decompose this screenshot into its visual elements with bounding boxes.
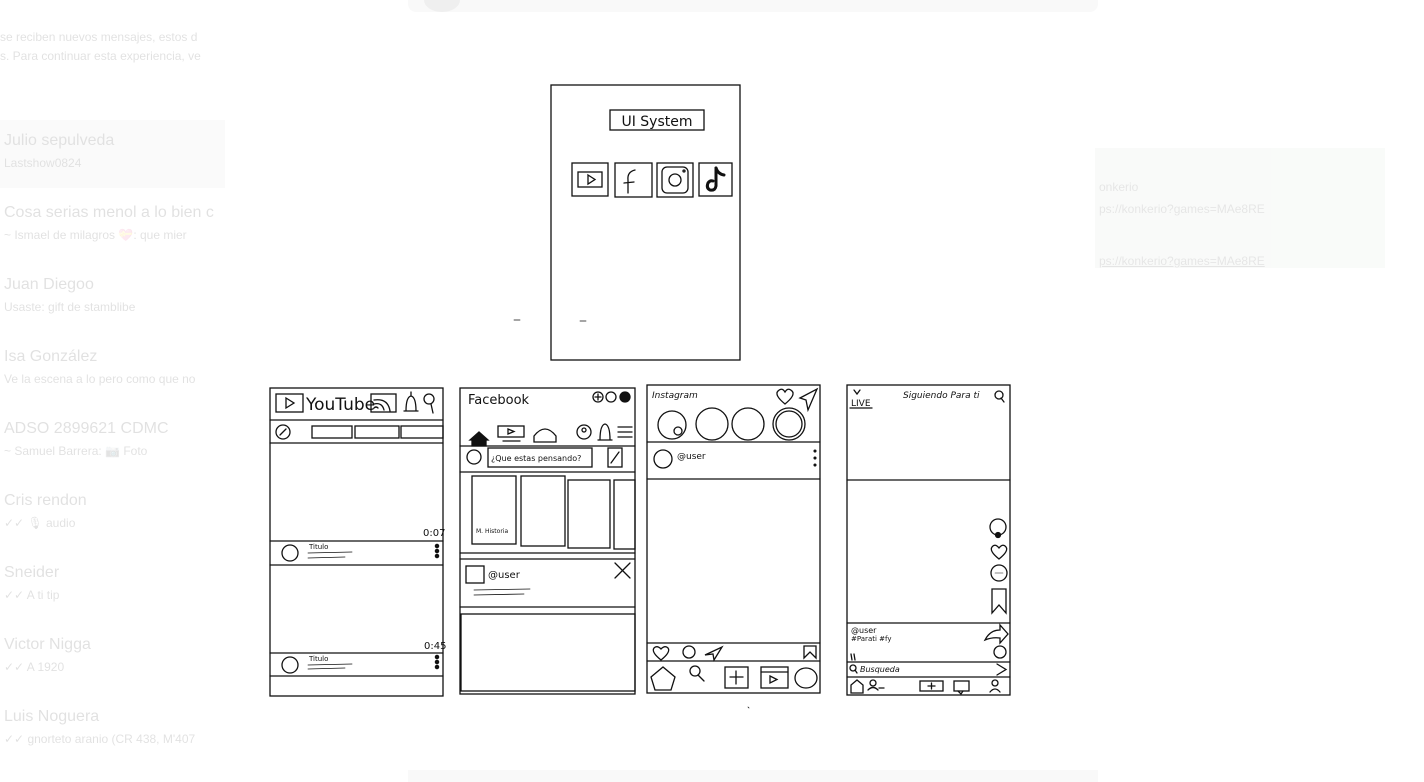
profile-icon[interactable] [991,679,999,687]
video-icon[interactable] [497,425,525,438]
youtube-icon[interactable] [571,162,609,197]
launcher-screen: UI System [550,84,741,361]
close-icon[interactable] [614,562,631,579]
story-card[interactable] [567,479,611,549]
messenger-icon[interactable] [619,391,631,403]
ui-system-title: UI System [621,114,692,130]
user-avatar[interactable] [466,449,482,465]
post-user: @user [677,452,706,462]
save-icon[interactable] [991,588,1007,615]
comment-icon[interactable] [682,645,696,659]
facebook-logo-text: Facebook [468,393,530,408]
tiktok-icon[interactable] [698,162,733,197]
search-icon[interactable] [689,665,701,677]
video-duration: 0:07 [423,528,445,539]
share-icon[interactable] [704,645,724,662]
like-icon[interactable] [990,544,1008,560]
cast-waves [373,399,391,412]
music-icon [850,653,856,661]
reels-icon[interactable] [760,666,789,689]
menu-icon[interactable] [617,426,633,438]
post-avatar[interactable] [465,565,485,584]
video-title: Titulo [308,543,328,551]
status-prompt: ¿Que estas pensando? [491,454,581,463]
search-icon[interactable] [994,390,1004,400]
heart-icon[interactable] [776,388,794,405]
youtube-chip[interactable] [354,425,400,439]
post-user: @user [488,570,521,581]
youtube-logo-text: YouTube [305,395,375,415]
caption-user: @user [851,626,877,635]
direct-message-icon[interactable] [798,387,819,413]
story-circle[interactable] [695,407,729,441]
bell-icon[interactable] [403,391,419,412]
instagram-icon[interactable] [656,162,694,198]
story-card[interactable] [520,475,566,547]
sound-disc[interactable] [993,645,1007,659]
youtube-video-separator [269,540,444,566]
search-icon[interactable] [423,393,435,405]
instagram-logo-text: Instagram [652,391,698,401]
friends-icon[interactable] [869,679,877,687]
story-circle[interactable] [772,407,806,441]
marketplace-icon[interactable] [533,428,557,443]
instagram-wireframe: Instagram @user [646,384,821,694]
home-icon[interactable] [468,431,490,447]
bell-icon[interactable] [597,423,613,441]
post-image [460,613,636,692]
save-icon[interactable] [803,645,817,660]
tiktok-wireframe: LIVE Siguiendo Para ti @user #Parati #fy… [846,384,1011,696]
youtube-chip[interactable] [311,425,353,439]
home-icon[interactable] [650,666,676,691]
profile-icon[interactable] [794,667,818,689]
home-icon[interactable] [850,679,864,694]
your-story[interactable] [657,410,687,440]
caption-tags: #Parati #fy [851,635,892,643]
youtube-chip[interactable] [400,425,444,439]
like-icon[interactable] [652,646,670,661]
search-bar-text: Busqueda [860,665,900,674]
youtube-wireframe: YouTube 0:07 Titulo 0:45 Titulo [269,387,446,697]
facebook-wireframe: Facebook ¿Que estas pensando? M. Histori… [459,387,636,695]
wireframe-sketch-image: UI System YouTube 0:07 Titulo 0:45 Titul… [269,84,1011,709]
share-icon[interactable] [983,623,1009,645]
channel-avatar[interactable] [281,656,299,674]
channel-avatar[interactable] [281,544,299,562]
story-circle[interactable] [731,407,765,441]
facebook-icon[interactable] [614,162,653,198]
inbox-icon[interactable] [953,680,970,692]
story-label: M. Historia [476,528,508,535]
post-avatar[interactable] [653,449,673,469]
youtube-play-logo [275,393,304,413]
story-card[interactable] [613,479,636,550]
search-icon[interactable] [605,391,617,403]
sketch-stray-marks [513,319,750,709]
video-title: Titulo [308,655,328,663]
video-duration: 0:45 [424,641,446,652]
feed-tabs: Siguiendo Para ti [903,391,980,401]
chevron-right-icon[interactable] [996,663,1008,676]
